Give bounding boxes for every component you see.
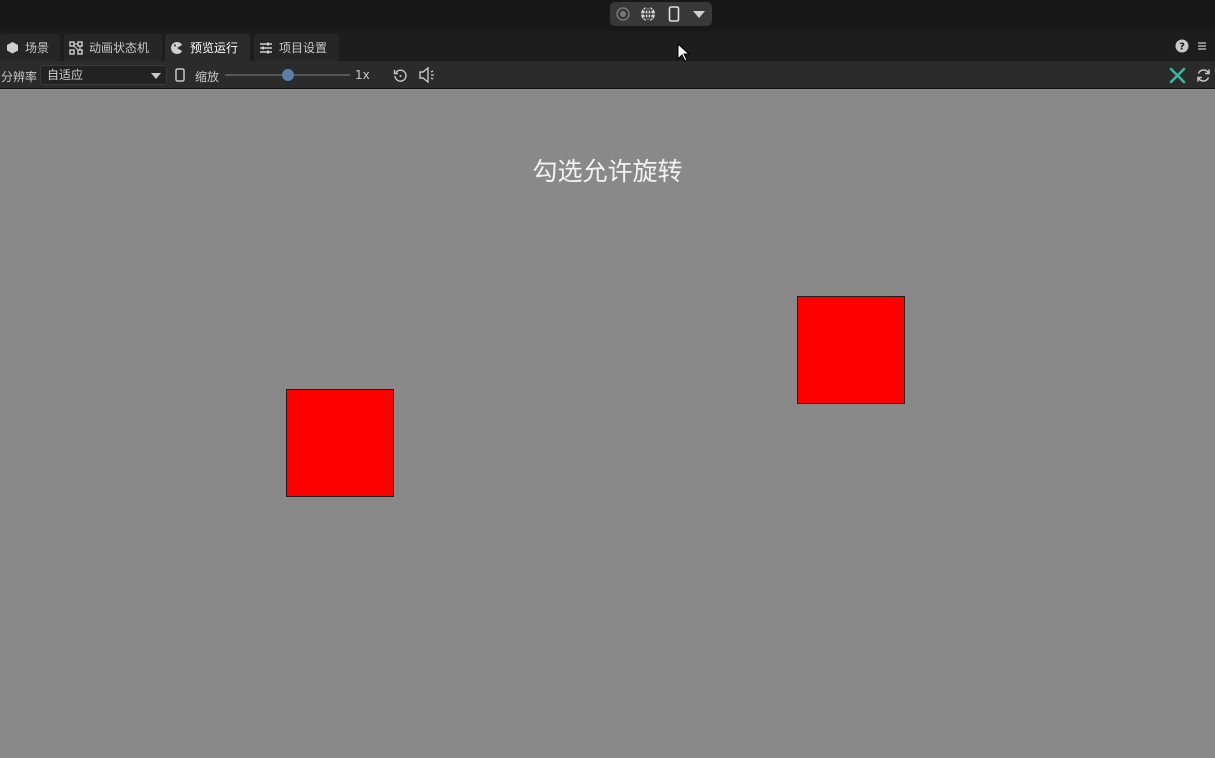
zoom-label: 缩放 (195, 70, 220, 84)
preview-toolbar: 分辨率 自适应 缩放 1x (0, 61, 1215, 89)
preview-icon (170, 41, 184, 55)
debug-tools-button[interactable] (1168, 66, 1186, 84)
sync-icon (1196, 68, 1210, 82)
tab-label: 场景 (25, 41, 50, 55)
panel-menu-button[interactable] (1196, 40, 1208, 52)
preview-mode-toolbar (610, 2, 712, 26)
mouse-cursor-icon (677, 43, 691, 62)
preview-dropdown-button[interactable] (687, 2, 713, 26)
wrench-icon (1169, 67, 1185, 83)
help-icon: ? (1175, 39, 1189, 53)
tab-project-settings[interactable]: 项目设置 (254, 34, 339, 61)
resolution-label: 分辨率 (1, 70, 38, 84)
tab-label: 预览运行 (190, 41, 239, 55)
record-button[interactable] (610, 2, 636, 26)
tab-scene[interactable]: 场景 (0, 34, 60, 61)
stage-title: 勾选允许旋转 (532, 157, 683, 186)
tab-label: 动画状态机 (89, 41, 150, 55)
menu-icon (1198, 42, 1206, 50)
zoom-value: 1x (355, 68, 370, 82)
game-preview-canvas[interactable]: 勾选允许旋转 (0, 90, 1215, 758)
speaker-icon (418, 67, 434, 83)
tab-preview[interactable]: 预览运行 (165, 34, 250, 61)
window-top-bar (0, 0, 1215, 31)
chevron-down-icon (151, 73, 161, 79)
globe-icon (641, 6, 656, 22)
refresh-button[interactable] (1195, 67, 1211, 83)
editor-tab-bar: 场景 动画状态机 预览运行 项目设置 ? (0, 31, 1215, 61)
help-button[interactable]: ? (1175, 39, 1189, 53)
red-box-left (286, 389, 394, 497)
device-preview-button[interactable] (661, 2, 687, 26)
reload-preview-button[interactable] (392, 67, 408, 83)
phone-icon (668, 6, 680, 22)
browser-preview-button[interactable] (636, 2, 662, 26)
settings-sliders-icon (259, 41, 273, 55)
tab-state-machine[interactable]: 动画状态机 (64, 34, 162, 61)
state-machine-icon (69, 40, 83, 55)
mute-button[interactable] (417, 66, 437, 84)
device-orientation-button[interactable] (173, 67, 187, 83)
chevron-down-icon (693, 11, 706, 18)
refresh-icon (393, 69, 407, 82)
tab-label: 项目设置 (279, 41, 328, 55)
red-box-right (797, 296, 905, 404)
svg-text:?: ? (1179, 42, 1185, 53)
resolution-select[interactable]: 自适应 (40, 65, 167, 85)
zoom-slider-thumb[interactable] (281, 69, 294, 81)
scene-icon (5, 41, 19, 55)
record-icon (616, 7, 630, 21)
resolution-select-value: 自适应 (47, 68, 84, 82)
phone-icon (175, 68, 185, 82)
